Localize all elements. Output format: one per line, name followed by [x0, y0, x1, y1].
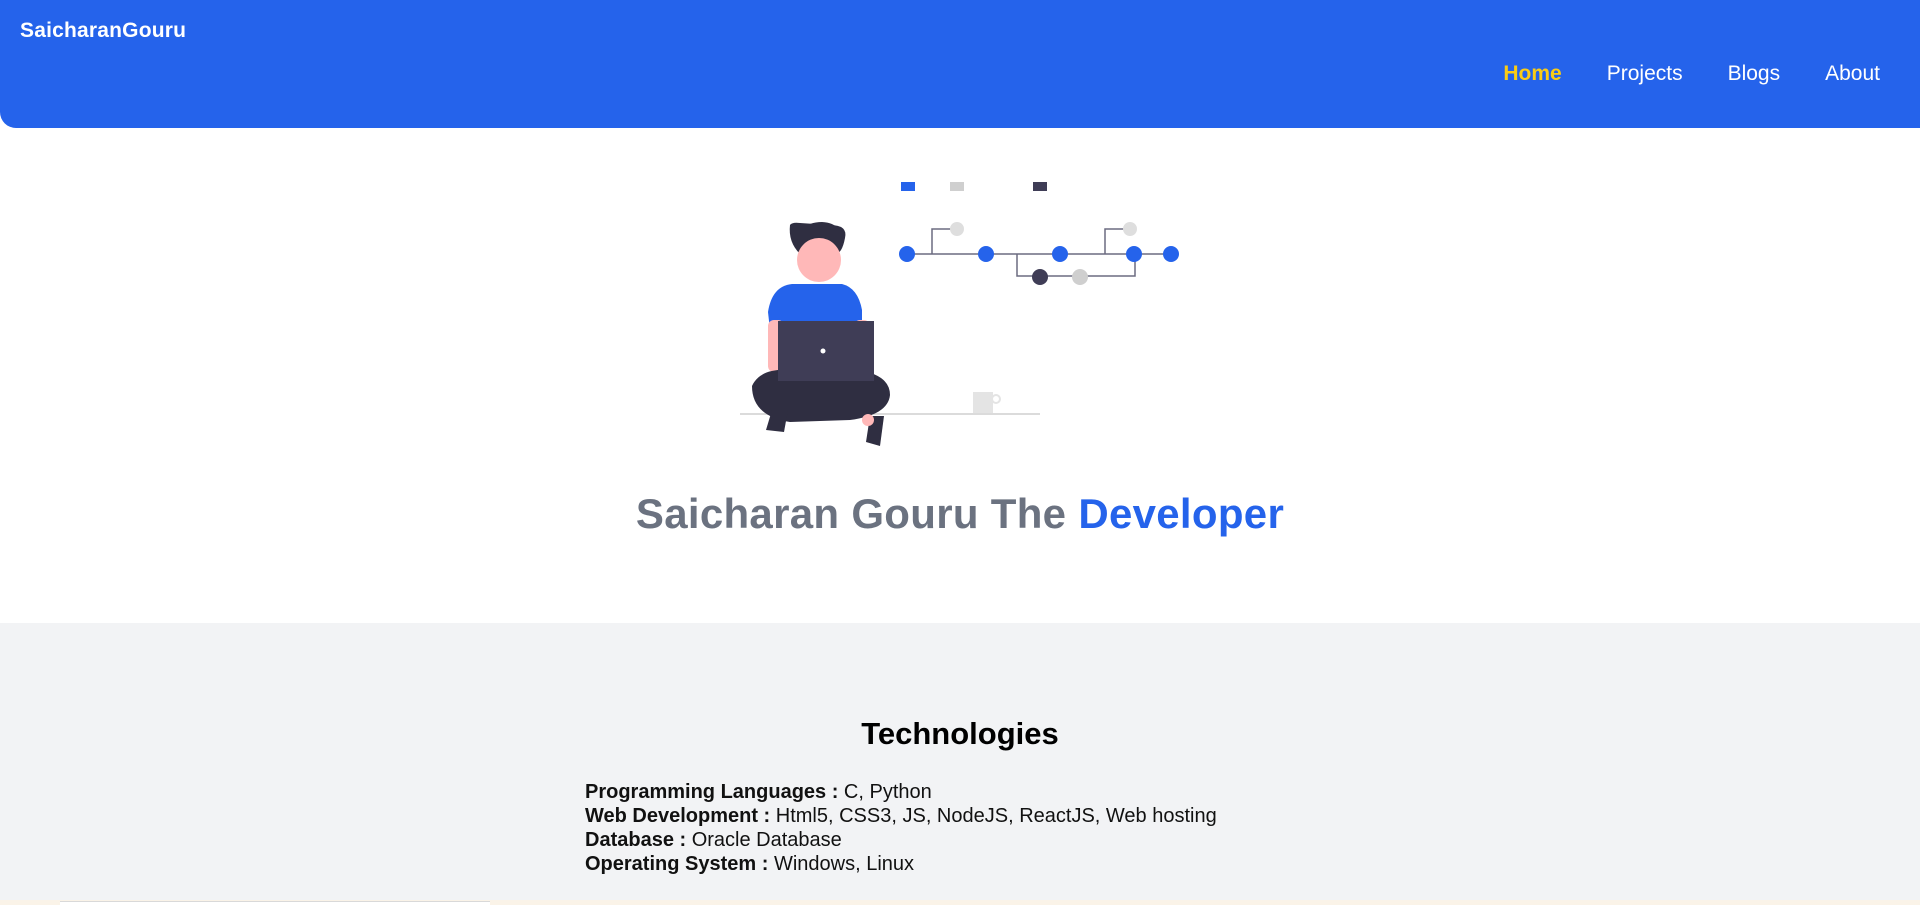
nav-blogs[interactable]: Blogs	[1728, 62, 1781, 86]
node-icon	[978, 246, 994, 262]
node-icon	[1072, 269, 1088, 285]
tech-key: Web Development :	[585, 805, 771, 827]
mug-icon	[973, 392, 993, 413]
tech-row-database: Database : Oracle Database	[585, 828, 1217, 852]
tech-key: Programming Languages :	[585, 781, 839, 803]
hero-title-accent: Developer	[1078, 490, 1285, 537]
gray-square-icon	[950, 182, 964, 191]
technologies-title: Technologies	[861, 716, 1059, 751]
tech-value: Windows, Linux	[768, 853, 915, 875]
top-navbar: SaicharanGouru Home Projects Blogs About	[0, 0, 1920, 128]
node-icon	[1126, 246, 1142, 262]
nav-about[interactable]: About	[1825, 62, 1880, 86]
technologies-list: Programming Languages : C, Python Web De…	[585, 780, 1217, 876]
bottom-card-edge	[60, 901, 490, 906]
tech-key: Operating System :	[585, 853, 769, 875]
tech-value: Oracle Database	[686, 829, 842, 851]
nav-home[interactable]: Home	[1503, 62, 1561, 86]
node-icon	[1163, 246, 1179, 262]
tech-row-web: Web Development : Html5, CSS3, JS, NodeJ…	[585, 804, 1217, 828]
main-nav: Home Projects Blogs About	[1503, 62, 1880, 86]
dark-square-icon	[1033, 182, 1047, 191]
nav-projects[interactable]: Projects	[1607, 62, 1683, 86]
tech-key: Database :	[585, 829, 687, 851]
node-icon	[950, 222, 964, 236]
tech-row-os: Operating System : Windows, Linux	[585, 852, 1217, 876]
hero-title: Saicharan Gouru The Developer	[0, 490, 1920, 538]
developer-illustration	[740, 182, 1179, 446]
node-icon	[1123, 222, 1137, 236]
hero-title-main: Saicharan Gouru The	[635, 490, 1079, 537]
tech-row-programming: Programming Languages : C, Python	[585, 780, 1217, 804]
blue-square-icon	[901, 182, 915, 191]
tech-value: Html5, CSS3, JS, NodeJS, ReactJS, Web ho…	[770, 805, 1217, 827]
node-icon	[899, 246, 915, 262]
tech-value: C, Python	[838, 781, 932, 803]
node-icon	[1052, 246, 1068, 262]
brand-logo[interactable]: SaicharanGouru	[20, 19, 186, 43]
node-icon	[1032, 269, 1048, 285]
person-icon	[752, 222, 890, 446]
technologies-section: Technologies Programming Languages : C, …	[0, 623, 1920, 905]
